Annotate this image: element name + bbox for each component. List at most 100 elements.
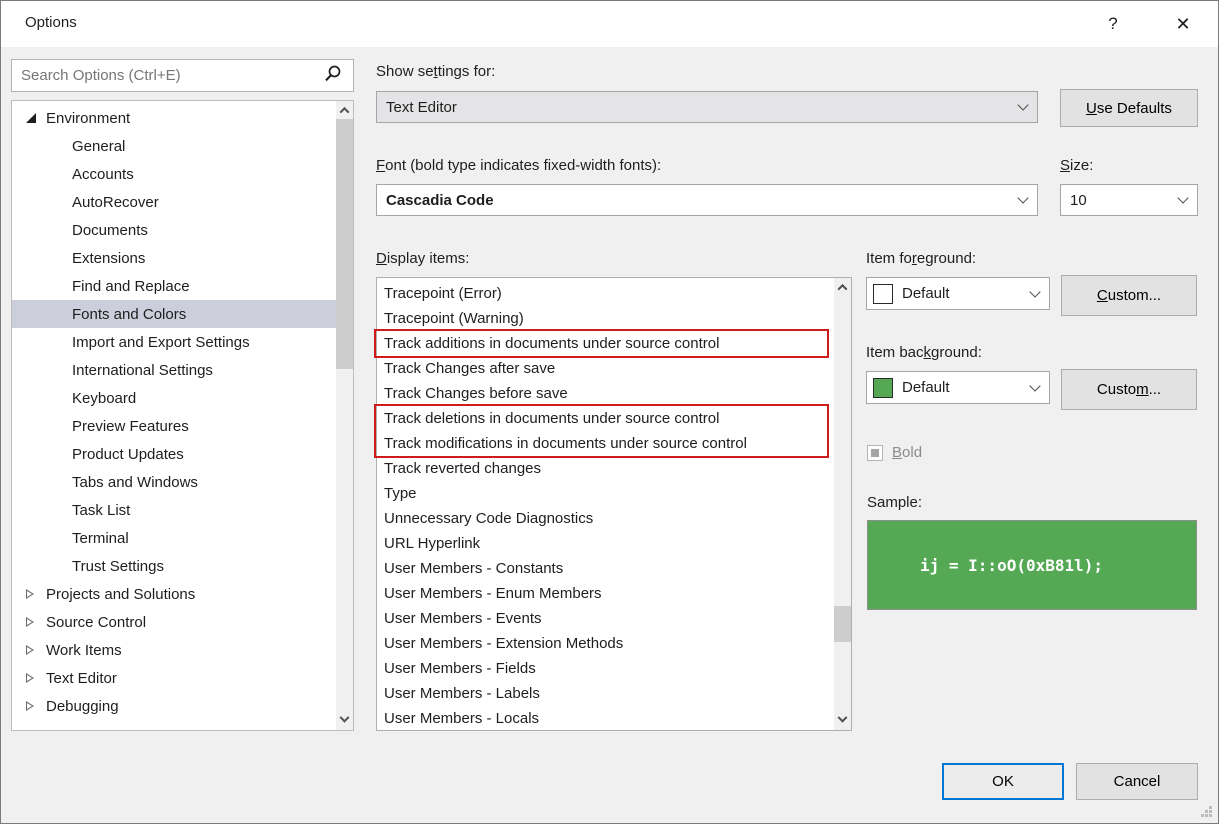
display-item[interactable]: URL Hyperlink [377,531,834,556]
tree-item-label: Find and Replace [72,278,190,295]
tree-scrollbar-thumb[interactable] [336,119,353,369]
tree-item-accounts[interactable]: Accounts [12,160,336,188]
tree-item-label: Documents [72,222,148,239]
display-item[interactable]: User Members - Extension Methods [377,631,834,656]
background-color-swatch [873,378,893,398]
display-item[interactable]: Track reverted changes [377,456,834,481]
scroll-up-icon[interactable] [834,279,851,296]
tree-item-tabs-and-windows[interactable]: Tabs and Windows [12,468,336,496]
collapsed-triangle-icon [26,645,46,655]
ok-label: OK [992,773,1014,790]
tree-item-product-updates[interactable]: Product Updates [12,440,336,468]
display-item[interactable]: User Members - Fields [377,656,834,681]
display-item[interactable]: User Members - Locals [377,706,834,730]
show-settings-label: Show settings for: [376,63,495,80]
display-item[interactable]: Unnecessary Code Diagnostics [377,506,834,531]
item-foreground-label: Item foreground: [866,250,976,267]
ok-button[interactable]: OK [942,763,1064,800]
show-settings-dropdown[interactable]: Text Editor [376,91,1038,123]
sample-label: Sample: [867,494,922,511]
tree-item-task-list[interactable]: Task List [12,496,336,524]
tree-item-label: General [72,138,125,155]
tree-item-label: Terminal [72,530,129,547]
tree-item-autorecover[interactable]: AutoRecover [12,188,336,216]
size-value: 10 [1070,192,1179,209]
display-item[interactable]: Track additions in documents under sourc… [377,331,834,356]
scroll-down-icon[interactable] [834,712,851,729]
display-item[interactable]: User Members - Enum Members [377,581,834,606]
close-button[interactable]: ✕ [1166,9,1200,39]
sample-preview: ij = I::oO(0xB81l); [867,520,1197,610]
display-item[interactable]: Track modifications in documents under s… [377,431,834,456]
foreground-value: Default [902,285,1031,302]
display-item[interactable]: User Members - Events [377,606,834,631]
tree-item-keyboard[interactable]: Keyboard [12,384,336,412]
tree-item-international-settings[interactable]: International Settings [12,356,336,384]
tree-item-label: Fonts and Colors [72,306,186,323]
help-button[interactable]: ? [1096,9,1130,39]
tree-item-extensions[interactable]: Extensions [12,244,336,272]
tree-rows: Environment General Accounts AutoRecover Doc… [12,101,336,730]
tree-item-label: International Settings [72,362,213,379]
tree-item-label: Extensions [72,250,145,267]
chevron-down-icon [1029,286,1040,297]
foreground-color-swatch [873,284,893,304]
bold-option: Bold [867,444,922,461]
show-settings-value: Text Editor [386,99,1019,116]
size-dropdown[interactable]: 10 [1060,184,1198,216]
display-item[interactable]: Track deletions in documents under sourc… [377,406,834,431]
display-item[interactable]: Type [377,481,834,506]
use-defaults-button[interactable]: Use Defaults [1060,89,1198,127]
tree-item-label: Task List [72,502,130,519]
tree-item-import-and-export-settings[interactable]: Import and Export Settings [12,328,336,356]
tree-item-preview-features[interactable]: Preview Features [12,412,336,440]
item-background-label: Item background: [866,344,982,361]
scroll-down-icon[interactable] [336,712,353,729]
tree-item-label: Environment [46,110,130,127]
tree-item-general[interactable]: General [12,132,336,160]
tree-item-label: Product Updates [72,446,184,463]
scroll-up-icon[interactable] [336,102,353,119]
tree-item-text-editor[interactable]: Text Editor [12,664,336,692]
tree-item-debugging[interactable]: Debugging [12,692,336,720]
search-icon [323,64,347,88]
sample-code-text: ij = I::oO(0xB81l); [868,556,1103,575]
tree-item-label: Accounts [72,166,134,183]
tree-item-environment[interactable]: Environment [12,104,336,132]
tree-item-work-items[interactable]: Work Items [12,636,336,664]
background-value: Default [902,379,1031,396]
tree-item-projects-and-solutions[interactable]: Projects and Solutions [12,580,336,608]
bold-checkbox [867,445,883,461]
tree-scrollbar[interactable] [336,101,353,730]
font-dropdown[interactable]: Cascadia Code [376,184,1038,216]
display-item[interactable]: User Members - Constants [377,556,834,581]
tree-item-documents[interactable]: Documents [12,216,336,244]
search-input[interactable]: Search Options (Ctrl+E) [11,59,354,92]
tree-item-fonts-and-colors[interactable]: Fonts and Colors [12,300,336,328]
item-foreground-dropdown[interactable]: Default [866,277,1050,310]
display-item[interactable]: Tracepoint (Error) [377,281,834,306]
list-scrollbar-thumb[interactable] [834,606,851,642]
chevron-down-icon [1029,380,1040,391]
display-item[interactable]: Tracepoint (Warning) [377,306,834,331]
display-items-rows: Tracepoint (Error)Tracepoint (Warning)Tr… [377,278,834,730]
cancel-button[interactable]: Cancel [1076,763,1198,800]
tree-item-label: Source Control [46,614,146,631]
tree-item-find-and-replace[interactable]: Find and Replace [12,272,336,300]
item-background-dropdown[interactable]: Default [866,371,1050,404]
resize-grip[interactable] [1200,806,1212,818]
cancel-label: Cancel [1114,773,1161,790]
display-item[interactable]: Track Changes after save [377,356,834,381]
foreground-custom-label: Custom... [1097,287,1161,304]
foreground-custom-button[interactable]: Custom... [1061,275,1197,316]
tree-item-terminal[interactable]: Terminal [12,524,336,552]
tree-item-source-control[interactable]: Source Control [12,608,336,636]
tree-item-trust-settings[interactable]: Trust Settings [12,552,336,580]
background-custom-button[interactable]: Custom... [1061,369,1197,410]
display-item[interactable]: Track Changes before save [377,381,834,406]
chevron-down-icon [1017,99,1028,110]
options-tree: Environment General Accounts AutoRecover Doc… [11,100,354,731]
list-scrollbar[interactable] [834,278,851,730]
display-item[interactable]: User Members - Labels [377,681,834,706]
font-label: Font (bold type indicates fixed-width fo… [376,157,661,174]
